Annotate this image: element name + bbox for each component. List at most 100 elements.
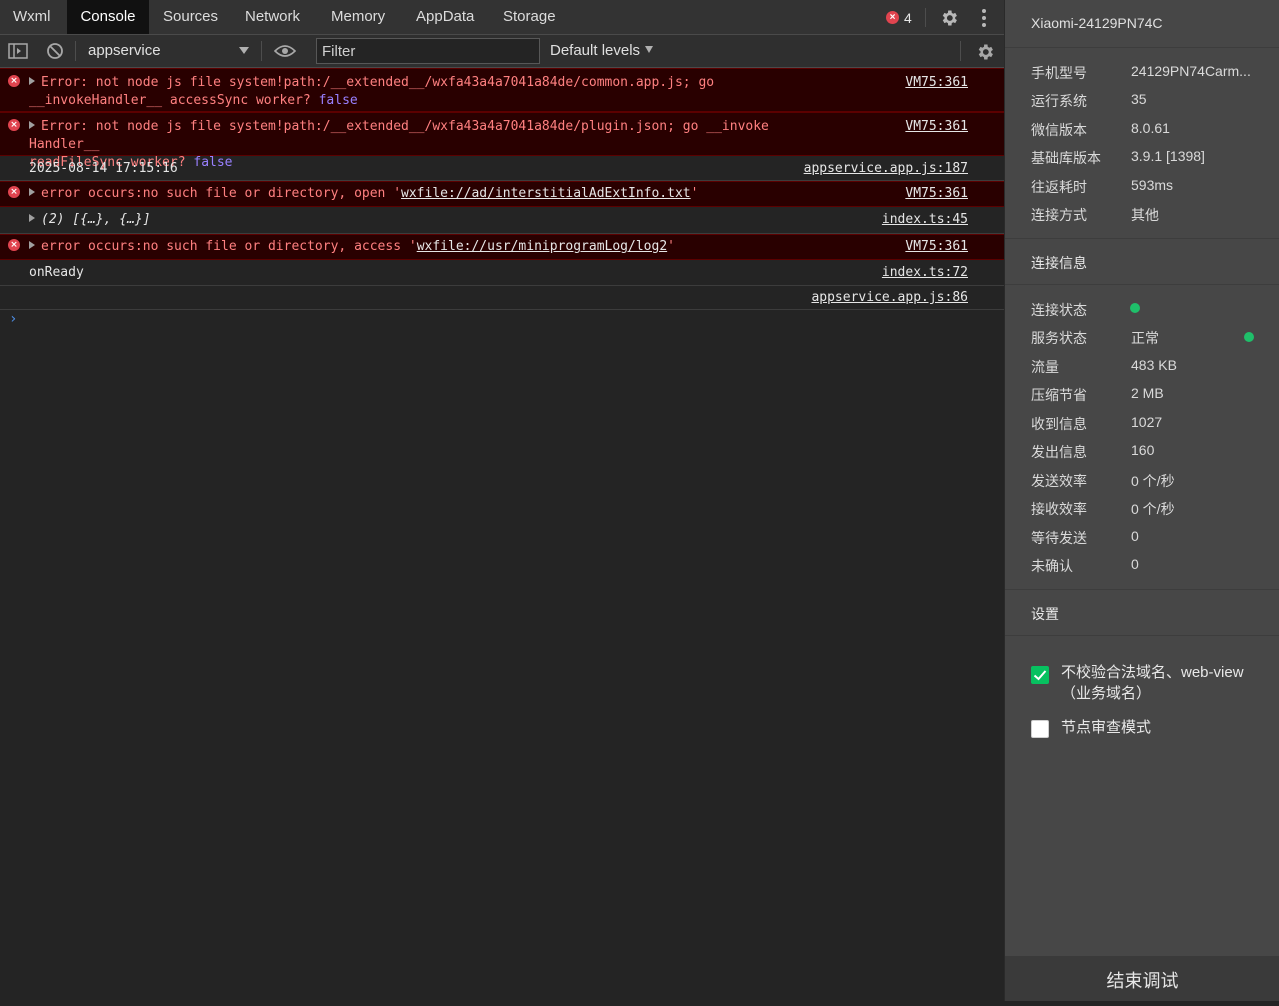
checkmark-icon (1033, 670, 1047, 681)
expand-triangle-icon[interactable] (29, 188, 35, 196)
tab-memory[interactable]: Memory (318, 0, 398, 34)
eye-icon[interactable] (273, 41, 297, 61)
divider (1005, 47, 1279, 48)
skip-domain-check-label[interactable]: 不校验合法域名、web-view（业务域名） (1061, 662, 1261, 704)
console-log-row: onReady index.ts:72 (0, 260, 1004, 286)
info-label: 连接方式 (1031, 207, 1087, 223)
error-counter[interactable]: × 4 (886, 9, 912, 26)
connection-status-dot (1130, 303, 1140, 313)
console-log-row[interactable]: (2) [{…}, {…}] index.ts:45 (0, 207, 1004, 234)
chevron-down-icon[interactable] (645, 46, 653, 53)
skip-domain-check-checkbox[interactable] (1031, 666, 1049, 684)
conn-value: 0 个/秒 (1131, 501, 1175, 517)
context-select[interactable]: appservice (88, 42, 161, 59)
conn-value: 正常 (1131, 330, 1159, 346)
info-label: 手机型号 (1031, 65, 1087, 81)
conn-value: 483 KB (1131, 357, 1177, 373)
conn-value: 0 个/秒 (1131, 473, 1175, 489)
expand-triangle-icon[interactable] (29, 121, 35, 129)
console-prompt-icon: › (9, 311, 18, 327)
tab-sources[interactable]: Sources (150, 0, 231, 34)
expand-triangle-icon[interactable] (29, 214, 35, 222)
source-link[interactable]: VM75:361 (905, 118, 968, 136)
source-link[interactable]: index.ts:45 (882, 211, 968, 229)
console-messages: × Error: not node js file system!path:/_… (0, 68, 1004, 334)
tab-console[interactable]: Console (67, 0, 149, 34)
settings-gear-icon[interactable] (938, 7, 960, 29)
info-label: 往返耗时 (1031, 179, 1087, 195)
info-value: 3.9.1 [1398] (1131, 148, 1205, 164)
info-value: 8.0.61 (1131, 120, 1170, 136)
settings-section-title: 设置 (1031, 606, 1059, 622)
conn-value: 160 (1131, 442, 1155, 458)
info-value: 其他 (1131, 207, 1159, 223)
conn-value: 2 MB (1131, 385, 1164, 401)
console-toolbar: appservice Default levels (0, 35, 1004, 68)
divider (1005, 635, 1279, 636)
info-label: 运行系统 (1031, 93, 1087, 109)
end-debug-button[interactable]: 结束调试 (1005, 956, 1279, 1001)
conn-value: 1027 (1131, 414, 1163, 430)
error-icon: × (8, 119, 20, 131)
devtools-pane: Wxml Console Sources Network Memory AppD… (0, 0, 1004, 1001)
info-value: 593ms (1131, 177, 1174, 193)
conn-label: 接收效率 (1031, 501, 1087, 517)
source-link[interactable]: VM75:361 (905, 74, 968, 92)
conn-label: 未确认 (1031, 558, 1073, 574)
conn-label: 发送效率 (1031, 473, 1087, 489)
conn-label: 压缩节省 (1031, 387, 1087, 403)
console-log-row: appservice.app.js:86 (0, 286, 1004, 310)
log-levels-select[interactable]: Default levels (550, 42, 640, 59)
conn-label: 发出信息 (1031, 444, 1087, 460)
console-error-row[interactable]: × error occurs:no such file or directory… (0, 181, 1004, 207)
tab-wxml[interactable]: Wxml (0, 0, 64, 34)
console-message: error occurs:no such file or directory, … (29, 238, 774, 256)
console-message: Error: not node js file system!path:/__e… (29, 75, 715, 108)
source-link[interactable]: VM75:361 (905, 238, 968, 256)
conn-value: 0 (1131, 528, 1139, 544)
source-link[interactable]: appservice.app.js:187 (804, 160, 968, 178)
tab-appdata[interactable]: AppData (403, 0, 487, 34)
device-name: Xiaomi-24129PN74C (1031, 15, 1163, 31)
devtools-tabbar: Wxml Console Sources Network Memory AppD… (0, 0, 1004, 35)
tab-storage[interactable]: Storage (490, 0, 569, 34)
chevron-down-icon[interactable] (239, 47, 249, 54)
divider (1005, 589, 1279, 590)
console-log-row: 2025-08-14 17:15:16 appservice.app.js:18… (0, 156, 1004, 181)
console-error-row[interactable]: × error occurs:no such file or directory… (0, 234, 1004, 260)
conn-value: 0 (1131, 556, 1139, 572)
console-error-row[interactable]: × Error: not node js file system!path:/_… (0, 68, 1004, 112)
tab-network[interactable]: Network (232, 0, 313, 34)
source-link[interactable]: appservice.app.js:86 (811, 289, 968, 307)
error-count: 4 (904, 9, 912, 26)
divider (1005, 284, 1279, 285)
more-menu-icon[interactable] (977, 7, 991, 29)
clear-console-icon[interactable] (45, 42, 65, 60)
info-label: 微信版本 (1031, 122, 1087, 138)
divider (1005, 238, 1279, 239)
console-message: error occurs:no such file or directory, … (29, 185, 774, 203)
error-icon: × (8, 239, 20, 251)
conn-label: 等待发送 (1031, 530, 1087, 546)
file-link[interactable]: wxfile://usr/miniprogramLog/log2 (417, 239, 667, 254)
service-status-dot (1244, 332, 1254, 342)
divider (960, 41, 961, 61)
info-value: 24129PN74Carm... (1131, 63, 1251, 79)
conn-label: 连接状态 (1031, 302, 1087, 318)
source-link[interactable]: index.ts:72 (882, 264, 968, 282)
filter-input[interactable] (316, 38, 540, 64)
error-icon: × (8, 75, 20, 87)
console-prompt-line[interactable]: › (0, 310, 1004, 334)
expand-triangle-icon[interactable] (29, 241, 35, 249)
expand-triangle-icon[interactable] (29, 77, 35, 85)
node-inspect-mode-label[interactable]: 节点审查模式 (1061, 717, 1261, 738)
divider (925, 8, 926, 27)
node-inspect-mode-checkbox[interactable] (1031, 720, 1049, 738)
connection-section-title: 连接信息 (1031, 255, 1087, 271)
source-link[interactable]: VM75:361 (905, 185, 968, 203)
file-link[interactable]: wxfile://ad/interstitialAdExtInfo.txt (401, 186, 691, 201)
conn-label: 流量 (1031, 359, 1059, 375)
console-settings-gear-icon[interactable] (974, 41, 996, 63)
console-error-row[interactable]: × Error: not node js file system!path:/_… (0, 112, 1004, 170)
sidebar-toggle-icon[interactable] (8, 42, 28, 60)
